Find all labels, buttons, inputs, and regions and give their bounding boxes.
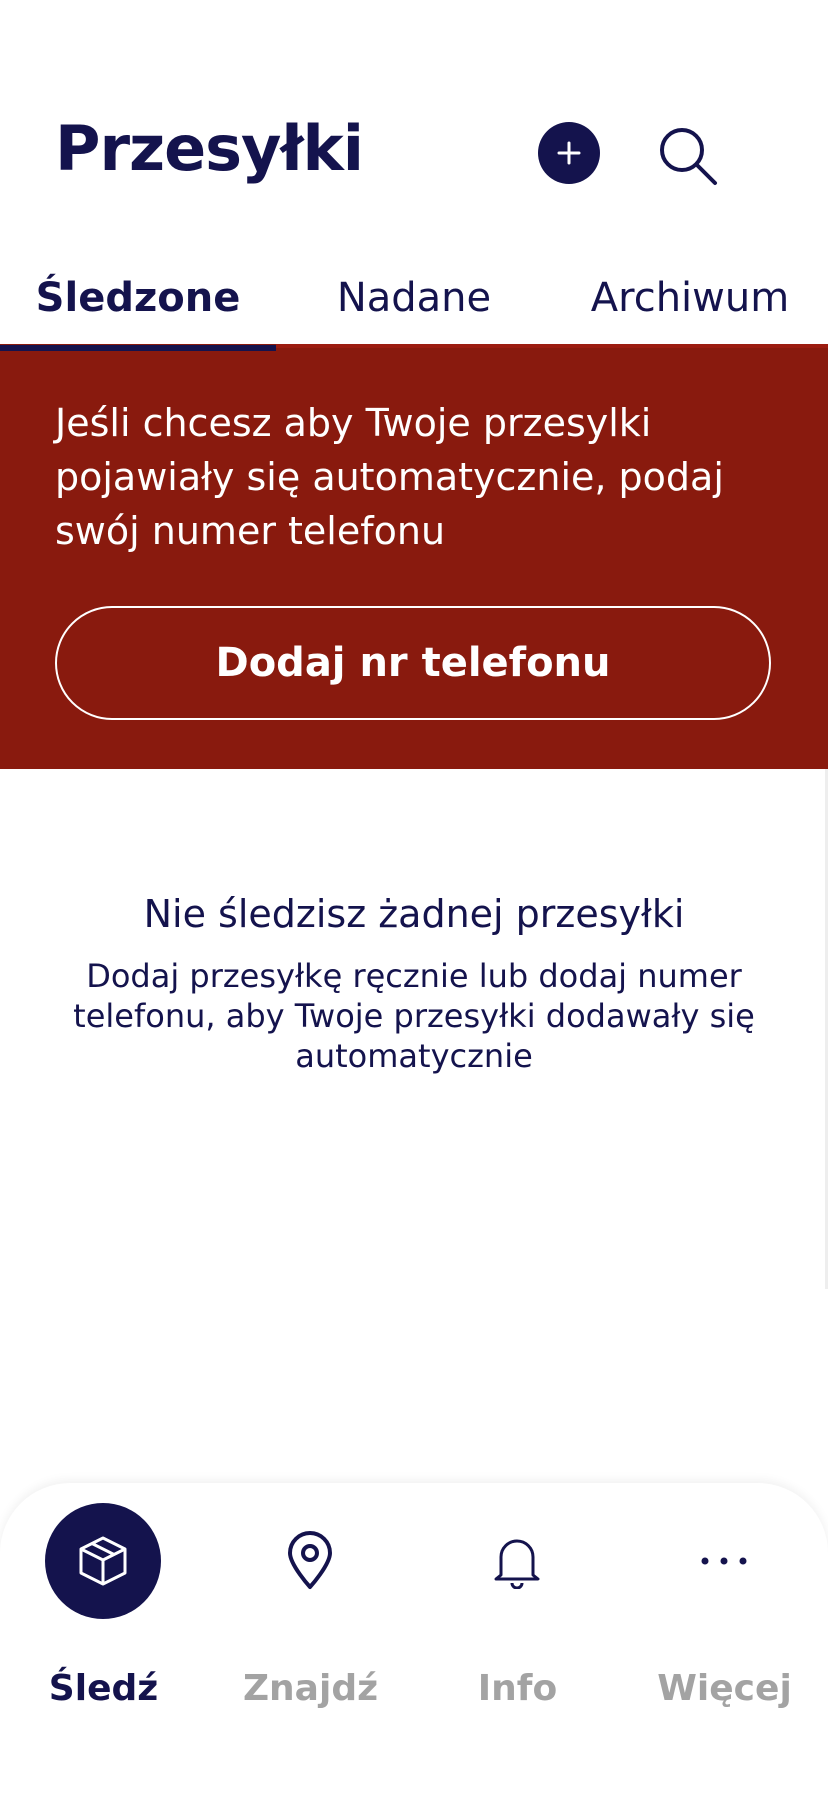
empty-state: Nie śledzisz żadnej przesyłki Dodaj prze…	[40, 888, 788, 1076]
location-pin-icon	[288, 1531, 332, 1589]
screen: Przesyłki Śledzone Nadane Archiwum Jeśli…	[0, 0, 828, 1794]
tab-bar: Śledzone Nadane Archiwum	[0, 250, 828, 346]
banner-top-line	[276, 344, 828, 348]
nav-label-sledz: Śledź	[48, 1668, 159, 1709]
nav-icon-wrap	[252, 1503, 368, 1619]
tab-nadane[interactable]: Nadane	[276, 250, 552, 346]
nav-icon-wrap	[666, 1503, 782, 1619]
bell-icon	[494, 1539, 540, 1589]
package-icon	[79, 1536, 127, 1586]
add-shipment-button[interactable]	[538, 122, 600, 184]
empty-state-title: Nie śledzisz żadnej przesyłki	[143, 892, 685, 936]
nav-label-wiecej: Więcej	[657, 1668, 792, 1709]
bottom-navigation: Śledź Znajdź Info Więcej	[0, 1483, 828, 1794]
empty-state-description: Dodaj przesyłkę ręcznie lub dodaj numer …	[73, 957, 755, 1075]
phone-number-banner: Jeśli chcesz aby Twoje przesylki pojawia…	[0, 344, 828, 769]
nav-item-sledz[interactable]: Śledź	[0, 1483, 207, 1794]
search-button[interactable]	[650, 118, 726, 194]
nav-item-wiecej[interactable]: Więcej	[621, 1483, 828, 1794]
nav-item-znajdz[interactable]: Znajdź	[207, 1483, 414, 1794]
header: Przesyłki	[0, 0, 828, 230]
more-dots-icon	[701, 1557, 747, 1565]
plus-icon	[557, 141, 581, 165]
add-phone-number-button[interactable]: Dodaj nr telefonu	[55, 606, 771, 720]
search-icon	[660, 128, 717, 185]
nav-icon-wrap	[459, 1503, 575, 1619]
nav-label-info: Info	[477, 1668, 558, 1709]
active-tab-indicator	[0, 345, 276, 351]
tab-sledzone[interactable]: Śledzone	[0, 250, 276, 346]
nav-item-info[interactable]: Info	[414, 1483, 621, 1794]
nav-label-znajdz: Znajdź	[242, 1668, 379, 1709]
page-title: Przesyłki	[55, 112, 364, 185]
banner-message: Jeśli chcesz aby Twoje przesylki pojawia…	[55, 401, 724, 553]
nav-icon-active-bg	[45, 1503, 161, 1619]
tab-archiwum[interactable]: Archiwum	[552, 250, 828, 346]
